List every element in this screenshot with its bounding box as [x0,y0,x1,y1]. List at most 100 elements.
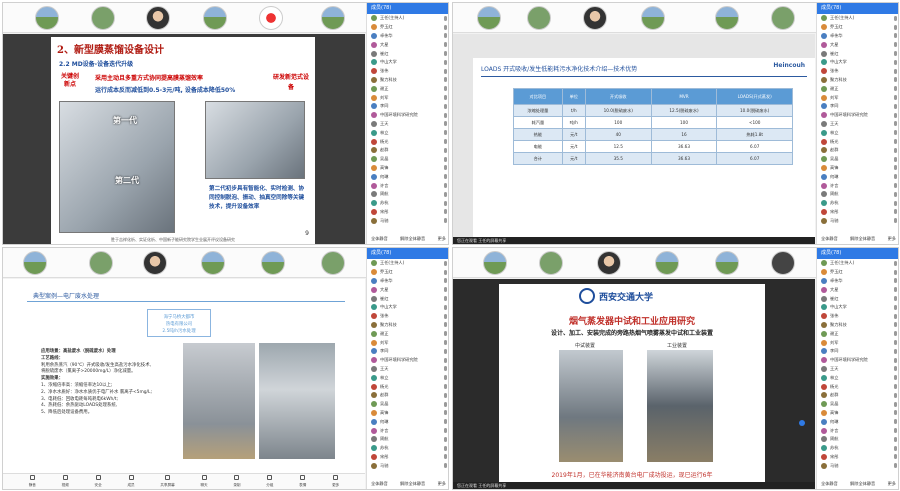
mic-icon[interactable] [444,331,447,337]
mic-icon[interactable] [894,209,897,215]
mic-icon[interactable] [444,366,447,372]
more-button[interactable]: 更多 [438,236,446,242]
mic-icon[interactable] [894,375,897,381]
participant-row[interactable]: 乔玉红 [817,268,898,277]
mic-icon[interactable] [444,401,447,407]
mic-icon[interactable] [894,304,897,310]
mic-icon[interactable] [444,42,447,48]
mic-icon[interactable] [444,445,447,451]
participant-row[interactable]: 刘军 [367,93,448,102]
mic-icon[interactable] [444,112,447,118]
video-thumbnail[interactable] [35,6,59,30]
video-thumbnail[interactable] [89,251,113,275]
unmute-all-button[interactable]: 解除全体静音 [850,236,875,242]
mic-icon[interactable] [444,436,447,442]
participant-row[interactable]: 大星 [367,285,448,294]
participant-row[interactable]: 杨光 [367,137,448,146]
video-thumbnail[interactable] [91,6,115,30]
participant-row[interactable]: 中国环境科学研究院 [817,356,898,365]
video-thumbnail[interactable] [597,251,621,275]
participant-row[interactable]: 吴晶 [817,155,898,164]
participant-row[interactable]: 王天 [367,365,448,374]
participant-row[interactable]: 王任(主持人) [817,14,898,23]
participant-row[interactable]: 周航 [817,435,898,444]
participant-row[interactable]: 王任(主持人) [367,14,448,23]
unmute-all-button[interactable]: 解除全体静音 [400,481,425,487]
mic-icon[interactable] [894,463,897,469]
mic-icon[interactable] [444,260,447,266]
toolbar-button[interactable]: 聊天 [200,474,208,489]
mic-icon[interactable] [894,340,897,346]
participant-row[interactable]: 中山大学 [817,58,898,67]
participant-row[interactable]: 刘军 [817,338,898,347]
mic-icon[interactable] [444,209,447,215]
unmute-all-button[interactable]: 解除全体静音 [850,481,875,487]
mute-all-button[interactable]: 全体静音 [821,481,838,487]
participant-row[interactable]: 聚力科技 [367,76,448,85]
participant-row[interactable]: 杨光 [367,382,448,391]
mic-icon[interactable] [444,322,447,328]
mic-icon[interactable] [894,121,897,127]
mic-icon[interactable] [894,269,897,275]
participant-row[interactable]: 卓伟华 [817,277,898,286]
participant-row[interactable]: 大星 [817,285,898,294]
participant-row[interactable]: 崔红 [367,294,448,303]
video-thumbnail[interactable] [23,251,47,275]
mic-icon[interactable] [444,174,447,180]
participant-row[interactable]: 赵群 [817,146,898,155]
mic-icon[interactable] [894,191,897,197]
participant-row[interactable]: 李同 [817,102,898,111]
participant-row[interactable]: 卓伟华 [367,32,448,41]
participant-row[interactable]: 林立 [367,373,448,382]
participant-row[interactable]: 何琳 [367,417,448,426]
participant-row[interactable]: 乔玉红 [817,23,898,32]
video-thumbnail[interactable] [483,251,507,275]
mic-icon[interactable] [444,165,447,171]
next-page-icon[interactable] [799,420,805,426]
participant-row[interactable]: 何琳 [817,417,898,426]
toolbar-button[interactable]: 录制 [233,474,241,489]
video-thumbnail[interactable] [261,251,285,275]
participant-row[interactable]: 崔红 [367,49,448,58]
video-thumbnail[interactable] [583,6,607,30]
participant-row[interactable]: 杨光 [817,382,898,391]
participant-row[interactable]: 张伟 [367,67,448,76]
mic-icon[interactable] [894,103,897,109]
mic-icon[interactable] [894,51,897,57]
mic-icon[interactable] [444,15,447,21]
more-button[interactable]: 更多 [888,236,896,242]
mic-icon[interactable] [444,384,447,390]
participant-row[interactable]: 王天 [367,120,448,129]
mic-icon[interactable] [894,24,897,30]
video-thumbnail[interactable] [527,6,551,30]
mic-icon[interactable] [444,454,447,460]
mic-icon[interactable] [444,304,447,310]
participant-row[interactable]: 中国环境科学研究院 [367,356,448,365]
participant-row[interactable]: 王天 [817,120,898,129]
participant-row[interactable]: 周航 [367,435,448,444]
video-thumbnail[interactable] [771,6,795,30]
participant-row[interactable]: 高锋 [367,409,448,418]
mic-icon[interactable] [894,419,897,425]
unmute-all-button[interactable]: 解除全体静音 [400,236,425,242]
participant-row[interactable]: 刘军 [367,338,448,347]
mic-icon[interactable] [894,156,897,162]
video-thumbnail[interactable] [477,6,501,30]
mic-icon[interactable] [894,357,897,363]
participant-row[interactable]: 谢正 [817,329,898,338]
mic-icon[interactable] [894,366,897,372]
participant-row[interactable]: 周航 [367,190,448,199]
participant-row[interactable]: 苏杭 [367,199,448,208]
toolbar-button[interactable]: 更多 [332,474,339,489]
mic-icon[interactable] [894,130,897,136]
mic-icon[interactable] [894,428,897,434]
mic-icon[interactable] [444,296,447,302]
mic-icon[interactable] [444,269,447,275]
participant-row[interactable]: 中山大学 [367,303,448,312]
mic-icon[interactable] [894,42,897,48]
participant-row[interactable]: 赵群 [817,391,898,400]
participant-row[interactable]: 高锋 [817,164,898,173]
mic-icon[interactable] [894,384,897,390]
participant-row[interactable]: 吴晶 [367,400,448,409]
mic-icon[interactable] [894,401,897,407]
